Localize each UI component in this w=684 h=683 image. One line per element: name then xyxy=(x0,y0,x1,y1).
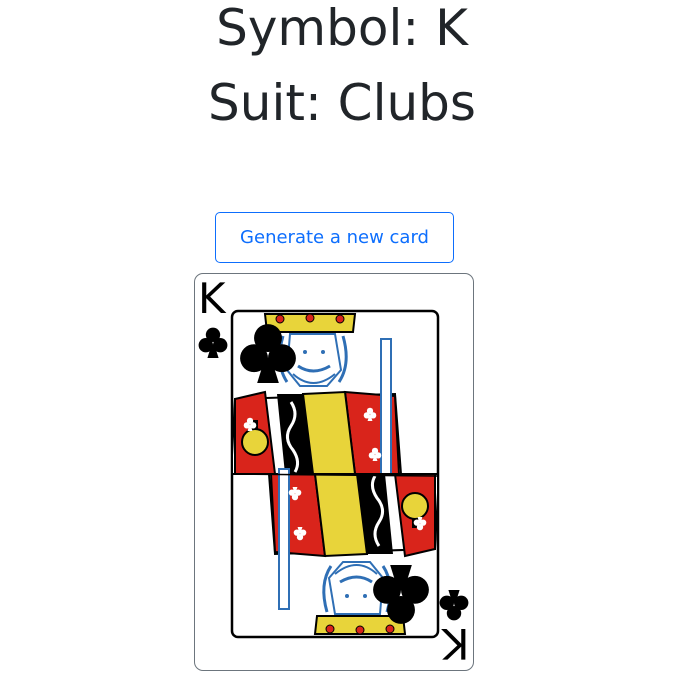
club-icon-corner-top xyxy=(198,327,228,358)
card-rank-top-left: K xyxy=(198,274,226,323)
card-suit-heading: Suit: Clubs xyxy=(208,74,476,132)
playing-card: K K xyxy=(194,273,474,671)
card-symbol-heading: Symbol: K xyxy=(216,0,468,57)
king-card-artwork xyxy=(198,309,469,639)
card-rank-bottom-right: K xyxy=(442,619,470,668)
club-icon-corner-bottom xyxy=(439,590,469,621)
generate-card-button[interactable]: Generate a new card xyxy=(215,212,454,263)
